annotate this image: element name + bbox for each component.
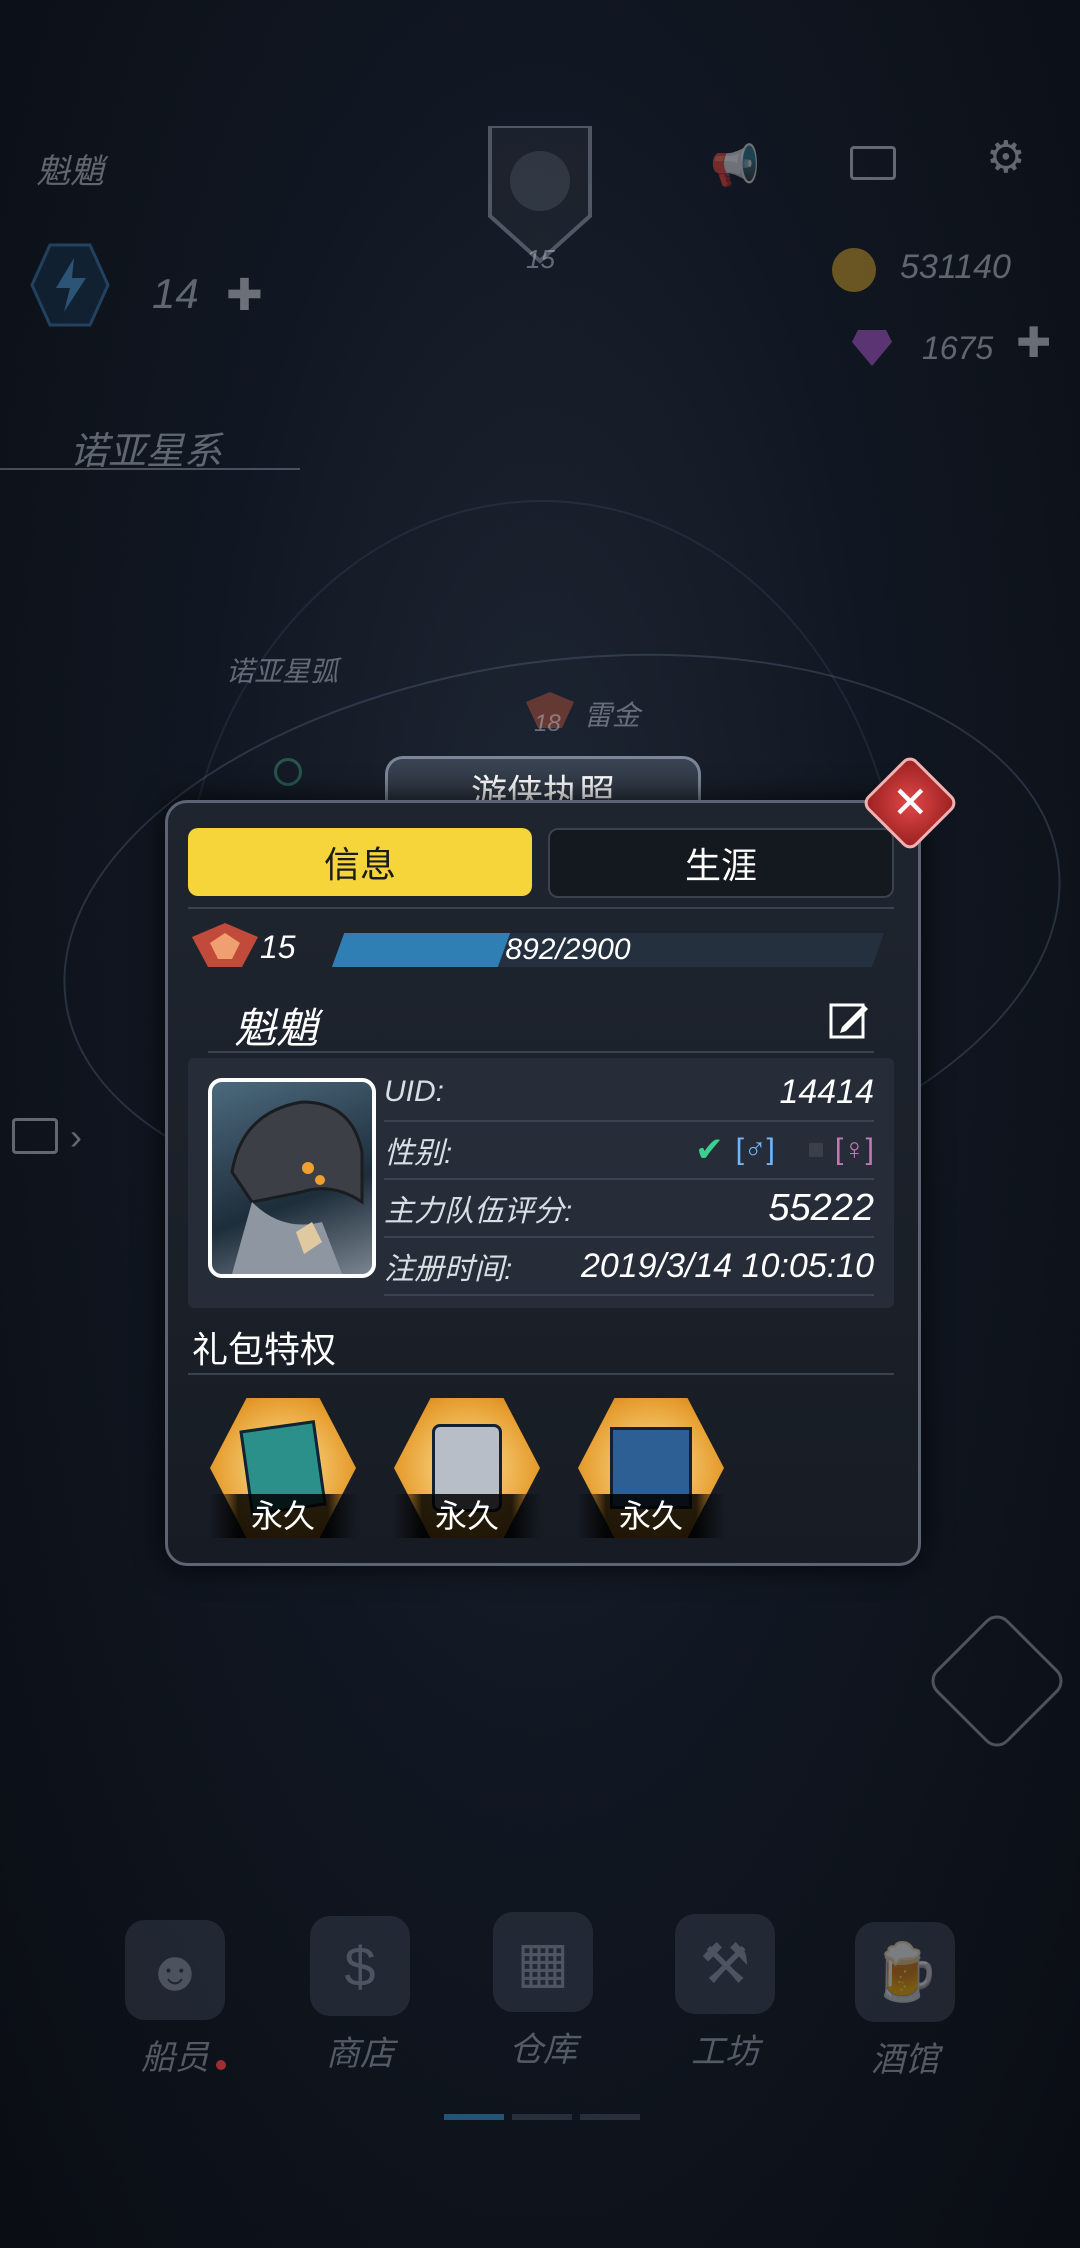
gold-value: 531140 bbox=[900, 248, 1011, 286]
nav-tavern[interactable]: 🍺 酒馆 bbox=[830, 1922, 980, 2081]
gem-value: 1675 bbox=[922, 330, 994, 366]
quest-list-icon[interactable] bbox=[924, 1608, 1070, 1754]
player-name: 魁魈 bbox=[234, 1005, 319, 1052]
warehouse-icon: ▦ bbox=[493, 1912, 593, 2012]
gem-plus-icon[interactable]: ✚ bbox=[1016, 318, 1051, 367]
map-system-line bbox=[0, 468, 300, 470]
avatar[interactable] bbox=[208, 1078, 376, 1278]
xp-text: 892/2900 bbox=[505, 933, 631, 966]
register-row: 注册时间: 2019/3/14 10:05:10 bbox=[384, 1238, 874, 1296]
perk-label: 永久 bbox=[392, 1494, 542, 1538]
checkbox-empty-icon[interactable] bbox=[808, 1143, 823, 1157]
perk-label: 永久 bbox=[576, 1494, 726, 1538]
nav-shop-label: 商店 bbox=[326, 2035, 394, 2073]
mail-icon[interactable] bbox=[850, 146, 896, 180]
perk-item[interactable]: 永久 bbox=[392, 1398, 542, 1548]
divider bbox=[188, 907, 894, 909]
nav-workshop[interactable]: ⚒ 工坊 bbox=[650, 1914, 800, 2073]
gender-options: ✔ [♂] [♀] bbox=[695, 1130, 874, 1170]
nav-crew-label: 船员 bbox=[141, 2039, 209, 2077]
nav-warehouse-label: 仓库 bbox=[509, 2031, 577, 2069]
map-node-name[interactable]: 雷金 bbox=[584, 694, 640, 734]
tab-career[interactable]: 生涯 bbox=[548, 828, 894, 898]
info-box: UID: 14414 性别: ✔ [♂] [♀] 主力队伍评分: 55222 注… bbox=[188, 1058, 894, 1308]
map-arc-name[interactable]: 诺亚星弧 bbox=[226, 650, 338, 690]
male-icon[interactable]: [♂] bbox=[736, 1133, 775, 1167]
checkmark-icon: ✔ bbox=[695, 1131, 724, 1169]
page-indicator bbox=[580, 2114, 640, 2120]
divider bbox=[208, 1051, 874, 1053]
tab-info[interactable]: 信息 bbox=[188, 828, 532, 896]
edit-name-icon[interactable] bbox=[828, 999, 870, 1041]
page-indicator-active bbox=[444, 2114, 504, 2120]
uid-row: UID: 14414 bbox=[384, 1064, 874, 1122]
hud-player-name: 魁魈 bbox=[36, 153, 104, 191]
score-label: 主力队伍评分: bbox=[384, 1195, 573, 1228]
energy-plus-icon[interactable]: ✚ bbox=[226, 270, 263, 321]
score-row: 主力队伍评分: 55222 bbox=[384, 1180, 874, 1238]
tavern-icon: 🍺 bbox=[855, 1922, 955, 2022]
ranger-license-modal: 信息 生涯 15 892/2900 魁魈 UID: 14414 性别: ✔ [♂… bbox=[165, 800, 921, 1566]
uid-value: 14414 bbox=[779, 1072, 874, 1111]
rank-icon bbox=[190, 921, 260, 971]
perks-title: 礼包特权 bbox=[192, 1329, 337, 1370]
map-node-dot[interactable] bbox=[274, 758, 302, 786]
map-system-name: 诺亚星系 bbox=[70, 431, 223, 473]
nav-warehouse[interactable]: ▦ 仓库 bbox=[468, 1912, 618, 2071]
gold-coin-icon bbox=[832, 248, 876, 292]
score-value: 55222 bbox=[768, 1186, 874, 1229]
shop-icon: $ bbox=[310, 1916, 410, 2016]
close-icon: ✕ bbox=[891, 778, 929, 827]
gender-row: 性别: ✔ [♂] [♀] bbox=[384, 1122, 874, 1180]
side-panel-arrow-icon[interactable]: › bbox=[70, 1116, 82, 1158]
player-level: 15 bbox=[260, 929, 296, 965]
nav-shop[interactable]: $ 商店 bbox=[285, 1916, 435, 2075]
page-indicator bbox=[512, 2114, 572, 2120]
divider bbox=[188, 1373, 894, 1375]
crew-icon: ☻ bbox=[125, 1920, 225, 2020]
nav-crew[interactable]: ☻ 船员 bbox=[100, 1920, 250, 2079]
perk-label: 永久 bbox=[208, 1494, 358, 1538]
hud-player-level: 15 bbox=[526, 244, 555, 274]
chat-icon[interactable] bbox=[12, 1118, 58, 1154]
energy-icon bbox=[30, 240, 110, 330]
gear-icon[interactable]: ⚙ bbox=[986, 132, 1025, 183]
gender-label: 性别: bbox=[384, 1137, 453, 1170]
megaphone-icon[interactable]: 📢 bbox=[710, 142, 760, 189]
workshop-icon: ⚒ bbox=[675, 1914, 775, 2014]
gem-icon bbox=[850, 328, 894, 368]
map-node-level: 18 bbox=[534, 710, 561, 737]
nav-tavern-label: 酒馆 bbox=[871, 2041, 939, 2079]
register-value: 2019/3/14 10:05:10 bbox=[580, 1246, 874, 1285]
crew-notification-dot bbox=[216, 2060, 226, 2070]
energy-value: 14 bbox=[152, 270, 199, 317]
perk-item[interactable]: 永久 bbox=[208, 1398, 358, 1548]
female-icon[interactable]: [♀] bbox=[835, 1133, 874, 1167]
uid-label: UID: bbox=[384, 1075, 444, 1108]
nav-workshop-label: 工坊 bbox=[691, 2033, 759, 2071]
perk-item[interactable]: 永久 bbox=[576, 1398, 726, 1548]
register-label: 注册时间: bbox=[384, 1253, 513, 1286]
